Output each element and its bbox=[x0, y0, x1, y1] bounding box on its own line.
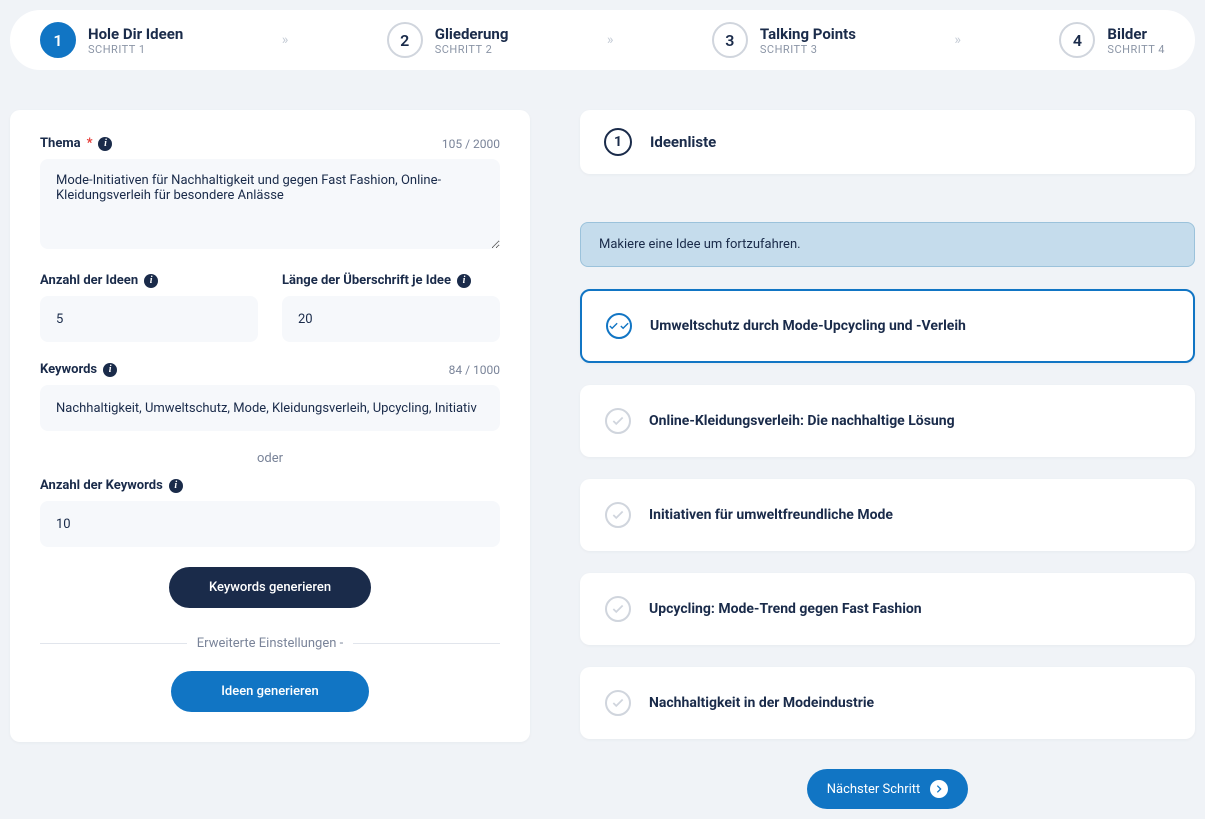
thema-counter: 105 / 2000 bbox=[442, 137, 500, 151]
keywords-label: Keywords i bbox=[40, 362, 117, 377]
idea-item[interactable]: Umweltschutz durch Mode-Upcycling und -V… bbox=[580, 289, 1195, 363]
info-icon[interactable]: i bbox=[457, 274, 471, 288]
step-subtitle: SCHRITT 3 bbox=[760, 43, 856, 56]
step-4[interactable]: 4 BilderSCHRITT 4 bbox=[1059, 22, 1165, 58]
required-indicator: * bbox=[87, 136, 93, 151]
keywords-input[interactable] bbox=[40, 385, 500, 431]
step-title: Talking Points bbox=[760, 25, 856, 43]
check-icon bbox=[605, 502, 631, 528]
step-subtitle: SCHRITT 2 bbox=[435, 43, 509, 56]
idea-text: Upcycling: Mode-Trend gegen Fast Fashion bbox=[649, 601, 922, 617]
generate-ideas-button[interactable]: Ideen generieren bbox=[171, 671, 368, 712]
step-1[interactable]: 1 Hole Dir IdeenSCHRITT 1 bbox=[40, 22, 183, 58]
hint-box: Makiere eine Idee um fortzufahren. bbox=[580, 222, 1195, 267]
ideas-header-number: 1 bbox=[604, 128, 632, 156]
anzahl-keywords-label: Anzahl der Keywords i bbox=[40, 478, 183, 493]
info-icon[interactable]: i bbox=[103, 363, 117, 377]
laenge-label: Länge der Überschrift je Idee i bbox=[282, 273, 471, 288]
ideas-list: Umweltschutz durch Mode-Upcycling und -V… bbox=[580, 289, 1195, 739]
step-circle: 4 bbox=[1059, 22, 1095, 58]
keywords-counter: 84 / 1000 bbox=[449, 363, 500, 377]
step-circle: 1 bbox=[40, 22, 76, 58]
check-icon bbox=[605, 408, 631, 434]
anzahl-keywords-input[interactable] bbox=[40, 501, 500, 547]
info-icon[interactable]: i bbox=[98, 137, 112, 151]
thema-input[interactable]: Mode-Initiativen für Nachhaltigkeit und … bbox=[40, 159, 500, 249]
idea-item[interactable]: Initiativen für umweltfreundliche Mode bbox=[580, 479, 1195, 551]
chevron-right-icon: » bbox=[954, 32, 961, 48]
thema-label: Thema * i bbox=[40, 136, 112, 151]
check-icon bbox=[605, 690, 631, 716]
anzahl-ideen-input[interactable] bbox=[40, 296, 258, 342]
stepper: 1Hole Dir IdeenSCHRITT 1»2GliederungSCHR… bbox=[10, 10, 1195, 70]
idea-text: Initiativen für umweltfreundliche Mode bbox=[649, 507, 893, 523]
idea-text: Nachhaltigkeit in der Modeindustrie bbox=[649, 695, 874, 711]
form-panel: Thema * i 105 / 2000 Mode-Initiativen fü… bbox=[10, 110, 530, 742]
ideas-header: 1 Ideenliste bbox=[580, 110, 1195, 174]
idea-text: Online-Kleidungsverleih: Die nachhaltige… bbox=[649, 413, 955, 429]
generate-keywords-button[interactable]: Keywords generieren bbox=[169, 567, 371, 608]
chevron-right-icon: » bbox=[607, 32, 614, 48]
or-divider: oder bbox=[40, 451, 500, 466]
step-2[interactable]: 2 GliederungSCHRITT 2 bbox=[387, 22, 509, 58]
check-icon bbox=[606, 313, 632, 339]
step-subtitle: SCHRITT 4 bbox=[1107, 43, 1165, 56]
step-title: Gliederung bbox=[435, 25, 509, 43]
chevron-right-icon: » bbox=[282, 32, 289, 48]
chevron-right-icon bbox=[930, 780, 948, 798]
info-icon[interactable]: i bbox=[144, 274, 158, 288]
check-icon bbox=[605, 596, 631, 622]
ideas-header-title: Ideenliste bbox=[650, 133, 716, 151]
next-step-button[interactable]: Nächster Schritt bbox=[807, 769, 969, 809]
step-title: Hole Dir Ideen bbox=[88, 25, 183, 43]
step-title: Bilder bbox=[1107, 25, 1165, 43]
step-circle: 3 bbox=[712, 22, 748, 58]
laenge-input[interactable] bbox=[282, 296, 500, 342]
step-circle: 2 bbox=[387, 22, 423, 58]
step-subtitle: SCHRITT 1 bbox=[88, 43, 183, 56]
info-icon[interactable]: i bbox=[169, 479, 183, 493]
anzahl-ideen-label: Anzahl der Ideen i bbox=[40, 273, 158, 288]
step-3[interactable]: 3 Talking PointsSCHRITT 3 bbox=[712, 22, 856, 58]
idea-text: Umweltschutz durch Mode-Upcycling und -V… bbox=[650, 318, 966, 334]
idea-item[interactable]: Online-Kleidungsverleih: Die nachhaltige… bbox=[580, 385, 1195, 457]
idea-item[interactable]: Nachhaltigkeit in der Modeindustrie bbox=[580, 667, 1195, 739]
advanced-settings-toggle[interactable]: Erweiterte Einstellungen - bbox=[40, 636, 500, 651]
ideas-panel: 1 Ideenliste Makiere eine Idee um fortzu… bbox=[580, 110, 1195, 809]
idea-item[interactable]: Upcycling: Mode-Trend gegen Fast Fashion bbox=[580, 573, 1195, 645]
